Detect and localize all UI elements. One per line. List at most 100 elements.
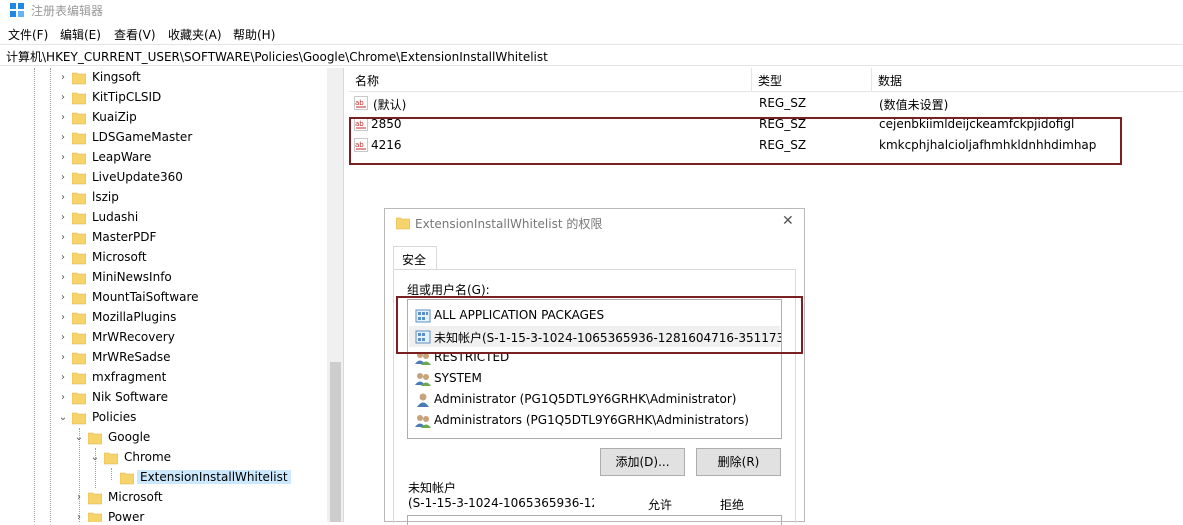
tree-item-label: MrWReSadse xyxy=(92,350,171,364)
chevron-right-icon[interactable]: › xyxy=(58,251,68,265)
tree-item[interactable]: › LDSGameMaster xyxy=(0,128,330,148)
address-path[interactable]: 计算机\HKEY_CURRENT_USER\SOFTWARE\Policies\… xyxy=(6,48,548,65)
user-icon xyxy=(417,393,429,407)
folder-icon xyxy=(88,512,102,522)
window-title: 注册表编辑器 xyxy=(31,4,104,18)
permissions-dialog: ExtensionInstallWhitelist 的权限 ✕ 安全 组或用户名… xyxy=(384,208,805,525)
chevron-right-icon[interactable]: › xyxy=(58,91,68,105)
tree-item[interactable]: › MozillaPlugins xyxy=(0,308,330,328)
close-icon[interactable]: ✕ xyxy=(782,213,794,229)
user-name: SYSTEM xyxy=(434,371,482,385)
tree-scroll-thumb[interactable] xyxy=(330,362,341,522)
chevron-right-icon[interactable]: › xyxy=(58,291,68,305)
menu-help[interactable]: 帮助(H) xyxy=(233,26,275,43)
tree-item[interactable]: › LeapWare xyxy=(0,148,330,168)
tree-item[interactable]: › MrWReSadse xyxy=(0,348,330,368)
registry-tree[interactable]: › Kingsoft › KitTipCLSID › KuaiZip › LDSGameMas… xyxy=(0,68,344,522)
column-data[interactable]: 数据 xyxy=(872,68,1183,92)
chevron-right-icon[interactable]: › xyxy=(58,111,68,125)
chevron-right-icon[interactable]: › xyxy=(58,211,68,225)
value-type: REG_SZ xyxy=(759,96,807,110)
tree-item-label: LeapWare xyxy=(92,150,152,164)
tree-item[interactable]: › MasterPDF xyxy=(0,228,330,248)
chevron-right-icon[interactable]: › xyxy=(58,71,68,85)
tree-item[interactable]: › Microsoft xyxy=(0,488,330,508)
tree-item-label: Ludashi xyxy=(92,210,139,224)
folder-icon xyxy=(72,152,86,165)
group-icon xyxy=(415,373,431,386)
tree-item-label: Nik Software xyxy=(92,390,168,404)
folder-icon xyxy=(72,132,86,145)
tree-item[interactable]: › Power xyxy=(0,508,330,522)
tree-item[interactable]: ⌄ Google xyxy=(0,428,330,448)
string-value-icon: ab xyxy=(354,96,368,110)
chevron-down-icon[interactable]: ⌄ xyxy=(90,451,100,465)
chevron-right-icon[interactable]: › xyxy=(58,151,68,165)
registry-editor-icon xyxy=(10,3,24,17)
folder-icon xyxy=(88,492,102,505)
tree-item[interactable]: ⌄ Policies xyxy=(0,408,330,428)
chevron-right-icon[interactable]: › xyxy=(58,171,68,185)
tree-item-label: MrWRecovery xyxy=(92,330,175,344)
chevron-right-icon[interactable]: › xyxy=(58,331,68,345)
folder-icon xyxy=(72,212,86,225)
chevron-down-icon[interactable]: ⌄ xyxy=(58,411,68,425)
add-button[interactable]: 添加(D)... xyxy=(600,448,685,476)
tree-item[interactable]: › Ludashi xyxy=(0,208,330,228)
tree-item[interactable]: ⌄ Chrome xyxy=(0,448,330,468)
tree-item-label: MozillaPlugins xyxy=(92,310,177,324)
chevron-right-icon[interactable]: › xyxy=(58,391,68,405)
value-row-default[interactable]: ab (默认) REG_SZ (数值未设置) xyxy=(349,93,1149,114)
tree-item-label: MountTaiSoftware xyxy=(92,290,199,304)
tree-item[interactable]: › MrWRecovery xyxy=(0,328,330,348)
address-bar[interactable]: 计算机\HKEY_CURRENT_USER\SOFTWARE\Policies\… xyxy=(0,44,1183,66)
chevron-right-icon[interactable]: › xyxy=(74,491,84,505)
folder-icon xyxy=(72,252,86,265)
title-bar: 注册表编辑器 xyxy=(0,0,1183,20)
tree-item-label: ExtensionInstallWhitelist xyxy=(137,470,291,484)
tree-item[interactable]: › Nik Software xyxy=(0,388,330,408)
chevron-right-icon[interactable]: › xyxy=(58,271,68,285)
tree-item[interactable]: › KuaiZip xyxy=(0,108,330,128)
tree-item-label: MasterPDF xyxy=(92,230,157,244)
column-type[interactable]: 类型 xyxy=(752,68,872,92)
chevron-right-icon[interactable]: › xyxy=(58,231,68,245)
user-name: Administrators (PG1Q5DTL9Y6GRHK\Administ… xyxy=(434,413,749,427)
tree-item[interactable]: › LiveUpdate360 xyxy=(0,168,330,188)
tree-item[interactable]: › MountTaiSoftware xyxy=(0,288,330,308)
tree-item[interactable]: ExtensionInstallWhitelist xyxy=(0,468,330,488)
menu-file[interactable]: 文件(F) xyxy=(8,26,48,43)
permissions-list[interactable] xyxy=(407,515,782,525)
chevron-right-icon[interactable]: › xyxy=(58,131,68,145)
user-row-administrators[interactable]: Administrators (PG1Q5DTL9Y6GRHK\Administ… xyxy=(409,410,780,431)
user-row-system[interactable]: SYSTEM xyxy=(409,368,780,389)
menu-favorites[interactable]: 收藏夹(A) xyxy=(168,26,222,43)
folder-icon xyxy=(72,192,86,205)
folder-icon xyxy=(104,452,118,465)
tree-item[interactable]: › Microsoft xyxy=(0,248,330,268)
tree-item[interactable]: › mxfragment xyxy=(0,368,330,388)
user-row-administrator[interactable]: Administrator (PG1Q5DTL9Y6GRHK\Administr… xyxy=(409,389,780,410)
chevron-right-icon[interactable]: › xyxy=(58,311,68,325)
chevron-right-icon[interactable]: › xyxy=(58,371,68,385)
menu-view[interactable]: 查看(V) xyxy=(114,26,156,43)
tree-item[interactable]: › KitTipCLSID xyxy=(0,88,330,108)
tree-item-label: Google xyxy=(108,430,151,444)
folder-icon xyxy=(72,392,86,405)
tree-item-label: MiniNewsInfo xyxy=(92,270,172,284)
chevron-right-icon[interactable]: › xyxy=(74,511,84,522)
tree-item[interactable]: › lszip xyxy=(0,188,330,208)
menu-edit[interactable]: 编辑(E) xyxy=(60,26,101,43)
column-name[interactable]: 名称 xyxy=(349,68,752,92)
chevron-right-icon[interactable]: › xyxy=(58,351,68,365)
folder-icon xyxy=(72,272,86,285)
chevron-right-icon[interactable]: › xyxy=(58,191,68,205)
tree-item[interactable]: › MiniNewsInfo xyxy=(0,268,330,288)
chevron-down-icon[interactable]: ⌄ xyxy=(74,431,84,445)
tab-security[interactable]: 安全 xyxy=(393,246,437,270)
folder-icon xyxy=(72,232,86,245)
remove-button[interactable]: 删除(R) xyxy=(696,448,781,476)
tree-item[interactable]: › Kingsoft xyxy=(0,68,330,88)
user-name: Administrator (PG1Q5DTL9Y6GRHK\Administr… xyxy=(434,392,737,406)
folder-icon xyxy=(72,352,86,365)
